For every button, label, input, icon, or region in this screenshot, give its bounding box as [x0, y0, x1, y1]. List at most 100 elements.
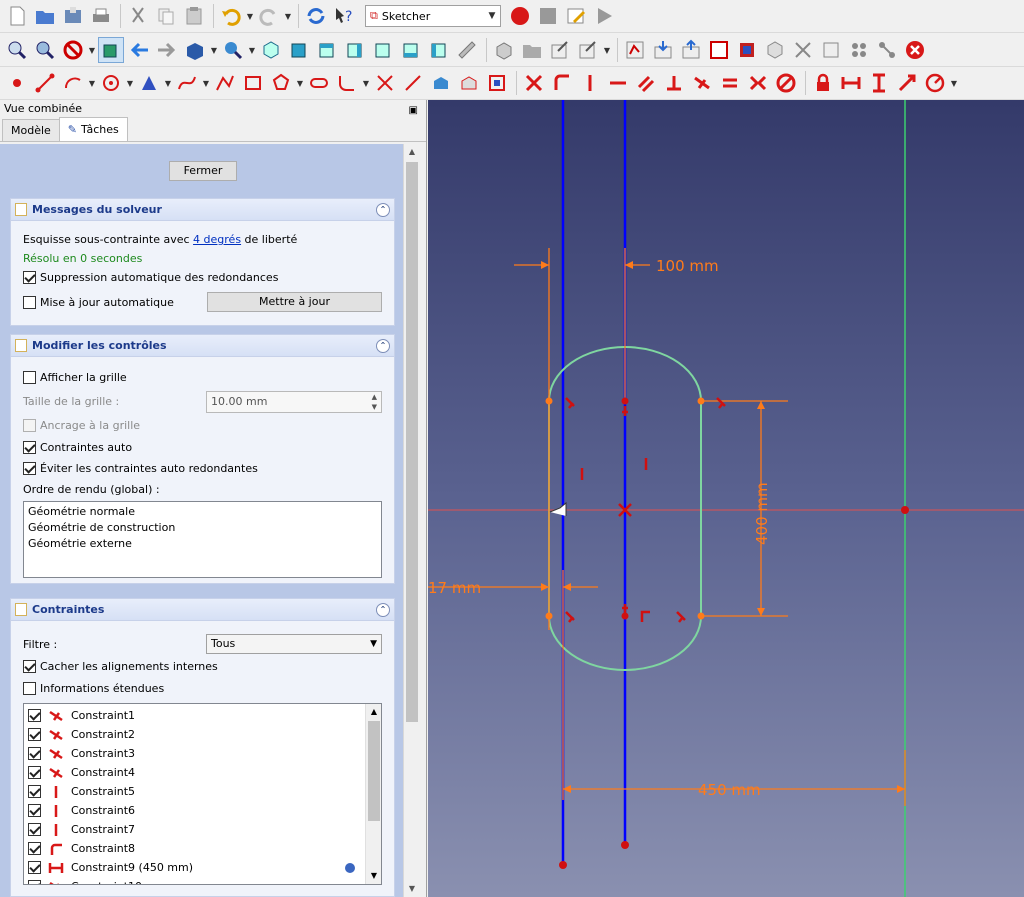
checkbox[interactable]	[23, 441, 36, 454]
checkbox[interactable]	[23, 296, 36, 309]
checkbox[interactable]	[28, 747, 41, 760]
dimension-label-bottom[interactable]: 450 mm	[698, 781, 761, 799]
chevron-down-icon[interactable]: ▼	[603, 37, 611, 63]
extend-icon[interactable]	[400, 70, 426, 96]
checkbox[interactable]	[23, 462, 36, 475]
chevron-down-icon[interactable]: ▼	[284, 3, 292, 29]
chevron-down-icon[interactable]: ▼	[202, 70, 210, 96]
lock-constraint-icon[interactable]	[810, 70, 836, 96]
scroll-up-icon[interactable]: ▲	[366, 704, 381, 720]
parallel-constraint-icon[interactable]	[633, 70, 659, 96]
stop-macro-icon[interactable]	[535, 3, 561, 29]
draw-style-icon[interactable]	[60, 37, 86, 63]
scroll-down-icon[interactable]: ▼	[404, 881, 420, 897]
auto-remove-redundants-checkbox[interactable]: Suppression automatique des redondances	[23, 271, 278, 284]
constraint-row[interactable]: Constraint9 (450 mm)	[24, 858, 381, 877]
view-sketch-icon[interactable]	[678, 37, 704, 63]
spin-arrows-icon[interactable]: ▲ ▼	[372, 392, 377, 412]
record-macro-icon[interactable]	[507, 3, 533, 29]
print-icon[interactable]	[88, 3, 114, 29]
extended-info-checkbox[interactable]: Informations étendues	[23, 682, 164, 695]
origin-point[interactable]	[901, 506, 909, 514]
trim-icon[interactable]	[372, 70, 398, 96]
checkbox[interactable]	[28, 842, 41, 855]
validate-sketch-icon[interactable]	[762, 37, 788, 63]
arc-icon[interactable]	[60, 70, 86, 96]
paste-icon[interactable]	[181, 3, 207, 29]
checkbox[interactable]	[28, 709, 41, 722]
chevron-down-icon[interactable]: ▼	[126, 70, 134, 96]
scroll-down-icon[interactable]: ▼	[366, 868, 381, 884]
copy-icon[interactable]	[153, 3, 179, 29]
array-sketch-icon[interactable]	[846, 37, 872, 63]
chevron-down-icon[interactable]: ▼	[246, 3, 254, 29]
checkbox[interactable]	[28, 861, 41, 874]
list-item[interactable]: Géométrie normale	[24, 504, 381, 520]
constraint-row[interactable]: Constraint6	[24, 801, 381, 820]
connect-sketch-icon[interactable]	[874, 37, 900, 63]
conic-icon[interactable]	[136, 70, 162, 96]
dimension-label-left[interactable]: 17 mm	[428, 579, 481, 597]
constraint-row[interactable]: Constraint8	[24, 839, 381, 858]
cut-icon[interactable]	[125, 3, 151, 29]
refresh-icon[interactable]	[303, 3, 329, 29]
new-document-icon[interactable]	[4, 3, 30, 29]
sketch-canvas[interactable]: 100 mm 17 mm 450 mm 400 mm	[428, 100, 1024, 897]
top-view-icon[interactable]	[314, 37, 340, 63]
auto-constraints-checkbox[interactable]: Contraintes auto	[23, 441, 132, 454]
part-icon[interactable]	[491, 37, 517, 63]
checkbox[interactable]	[23, 682, 36, 695]
checkbox[interactable]	[28, 728, 41, 741]
back-arrow-icon[interactable]	[126, 37, 152, 63]
equal-constraint-icon[interactable]	[717, 70, 743, 96]
constraint-row[interactable]: Constraint7	[24, 820, 381, 839]
rectangle-icon[interactable]	[240, 70, 266, 96]
open-folder-icon[interactable]	[32, 3, 58, 29]
external-geometry-icon[interactable]	[428, 70, 454, 96]
filter-select[interactable]: Tous ▼	[206, 634, 382, 654]
task-panel-scrollbar[interactable]: ▲ ▼	[403, 144, 419, 897]
fit-selection-icon[interactable]	[32, 37, 58, 63]
polyline-icon[interactable]	[212, 70, 238, 96]
slot-icon[interactable]	[306, 70, 332, 96]
distance-constraint-icon[interactable]	[894, 70, 920, 96]
grid-size-input[interactable]: 10.00 mm ▲ ▼	[206, 391, 382, 413]
front-view-icon[interactable]	[286, 37, 312, 63]
whats-this-icon[interactable]: ?	[331, 3, 357, 29]
sketch-point[interactable]	[559, 861, 567, 869]
block-constraint-icon[interactable]	[773, 70, 799, 96]
symmetric-constraint-icon[interactable]	[745, 70, 771, 96]
checkbox[interactable]	[28, 804, 41, 817]
undo-icon[interactable]	[218, 3, 244, 29]
slot-center-point[interactable]	[621, 397, 629, 405]
close-sketch-icon[interactable]	[902, 37, 928, 63]
constraint-row[interactable]: Constraint2	[24, 725, 381, 744]
constraint-row[interactable]: Constraint3	[24, 744, 381, 763]
checkbox[interactable]	[28, 823, 41, 836]
avoid-redundant-checkbox[interactable]: Éviter les contraintes auto redondantes	[23, 462, 258, 475]
sketch-viewport[interactable]: 100 mm 17 mm 450 mm 400 mm	[428, 100, 1024, 897]
hide-internal-alignment-checkbox[interactable]: Cacher les alignements internes	[23, 660, 218, 673]
float-dock-icon[interactable]: ▣	[409, 102, 418, 120]
update-button[interactable]: Mettre à jour	[207, 292, 382, 312]
bspline-icon[interactable]	[174, 70, 200, 96]
dimension-label-right[interactable]: 400 mm	[753, 482, 771, 545]
edit-controls-header[interactable]: Modifier les contrôles ⌃	[11, 335, 394, 357]
horizontal-distance-constraint-icon[interactable]	[838, 70, 864, 96]
right-view-icon[interactable]	[342, 37, 368, 63]
run-macro-icon[interactable]	[591, 3, 617, 29]
fit-all-icon[interactable]	[4, 37, 30, 63]
collapse-icon[interactable]: ⌃	[376, 202, 390, 217]
horizontal-constraint-icon[interactable]	[605, 70, 631, 96]
vertical-distance-constraint-icon[interactable]	[866, 70, 892, 96]
chevron-down-icon[interactable]: ▼	[362, 70, 370, 96]
chevron-down-icon[interactable]: ▼	[210, 37, 218, 63]
point-icon[interactable]	[4, 70, 30, 96]
collapse-icon[interactable]: ⌃	[376, 338, 390, 353]
scroll-up-icon[interactable]: ▲	[404, 144, 420, 160]
save-icon[interactable]	[60, 3, 86, 29]
leave-sketch-icon[interactable]	[650, 37, 676, 63]
checkbox[interactable]	[23, 371, 36, 384]
checkbox[interactable]	[23, 660, 36, 673]
checkbox[interactable]	[23, 271, 36, 284]
